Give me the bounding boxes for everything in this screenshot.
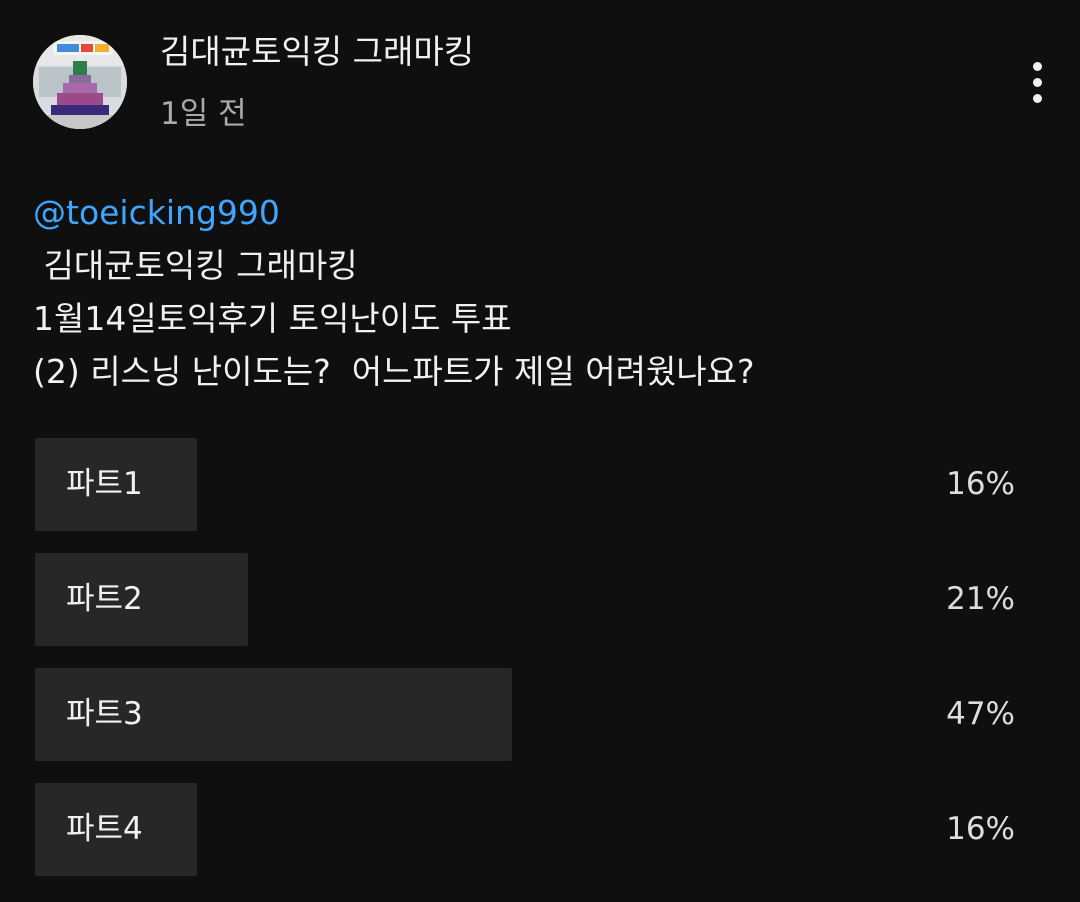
poll-option-4[interactable]: 파트4 16%: [35, 783, 1020, 876]
poll-option-1[interactable]: 파트1 16%: [35, 438, 1020, 531]
poll-option-label: 파트2: [66, 581, 143, 617]
post-text-line: 1월14일토익후기 토익난이도 투표: [33, 299, 512, 338]
channel-name[interactable]: 김대균토익킹 그래마킹: [160, 30, 474, 74]
poll-option-2[interactable]: 파트2 21%: [35, 553, 1020, 646]
poll-option-label: 파트1: [66, 466, 143, 502]
poll-option-percent: 47%: [946, 696, 1015, 732]
poll-option-label: 파트3: [66, 696, 143, 732]
post-text-line: 김대균토익킹 그래마킹: [33, 246, 358, 285]
poll-option-label: 파트4: [66, 811, 143, 847]
post-text: @toeicking990 김대균토익킹 그래마킹 1월14일토익후기 토익난이…: [33, 186, 1033, 398]
post-text-line: (2) 리스닝 난이도는? 어느파트가 제일 어려웠나요?: [33, 352, 755, 391]
poll-option-percent: 16%: [946, 466, 1015, 502]
mention-link[interactable]: @toeicking990: [33, 186, 1033, 239]
channel-avatar[interactable]: [33, 35, 127, 129]
poll-option-3[interactable]: 파트3 47%: [35, 668, 1020, 761]
post-time: 1일 전: [160, 96, 247, 132]
channel-avatar-image: [33, 35, 127, 129]
poll: 파트1 16% 파트2 21% 파트3 47% 파트4 16%: [35, 438, 1020, 898]
poll-option-percent: 16%: [946, 811, 1015, 847]
more-options-button[interactable]: [1016, 56, 1060, 110]
poll-option-percent: 21%: [946, 581, 1015, 617]
